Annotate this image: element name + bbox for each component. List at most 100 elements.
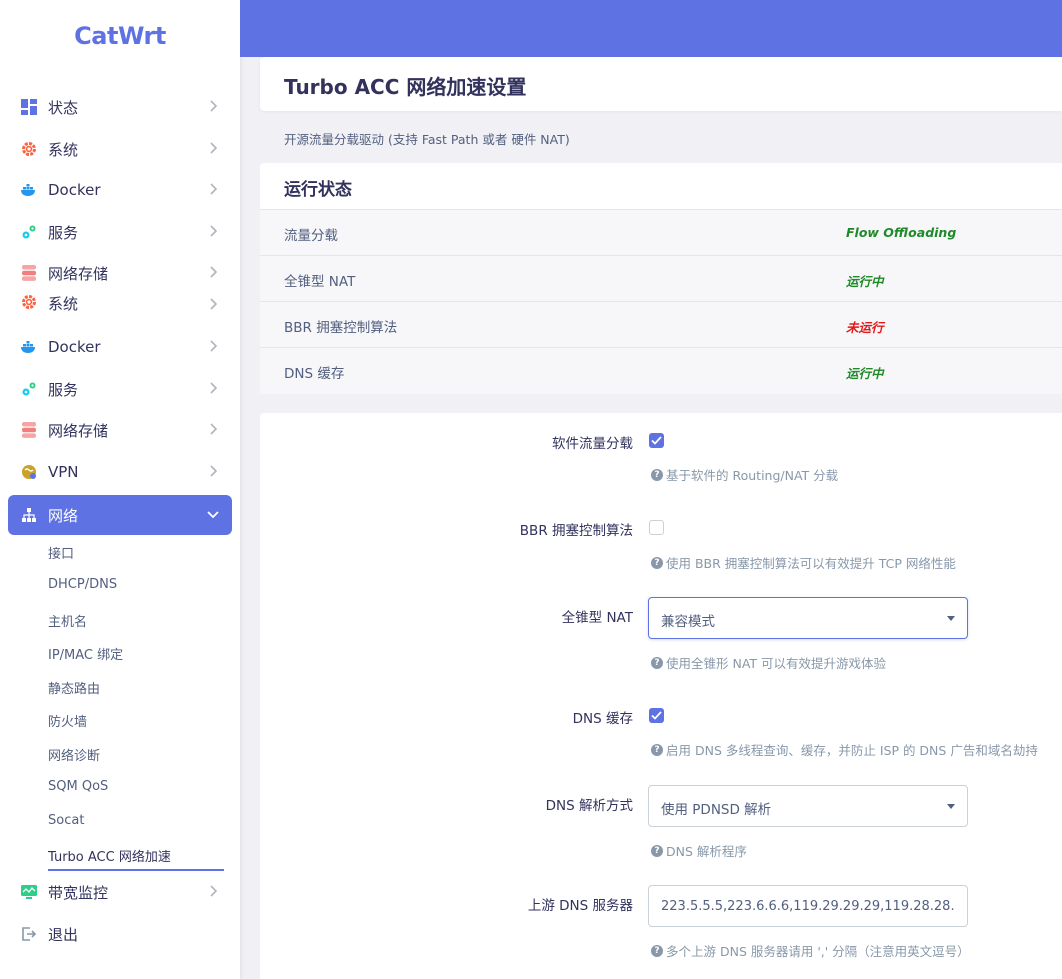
sw-offload-label: 软件流量分载: [552, 436, 633, 452]
dns-mode-label: DNS 解析方式: [545, 798, 633, 814]
bbr-checkbox[interactable]: [649, 520, 664, 535]
sidebar-item-label: 网络存储: [48, 264, 109, 283]
services-icon: [20, 223, 38, 241]
sidebar-subitem-socat[interactable]: Socat: [48, 813, 84, 828]
chevron-right-icon: [206, 884, 220, 898]
help-icon: ?: [651, 556, 663, 569]
sidebar-item-label: Docker: [48, 181, 101, 199]
sidebar-item-label: 退出: [48, 925, 79, 944]
caret-down-icon: [947, 804, 955, 809]
sidebar-subitem-turbo-acc[interactable]: Turbo ACC 网络加速: [48, 846, 171, 865]
dns-cache-label: DNS 缓存: [572, 711, 633, 727]
chevron-right-icon: [206, 182, 220, 196]
fullcone-select-value: 兼容模式: [661, 614, 715, 630]
sidebar-item-label: 网络存储: [48, 421, 109, 440]
status-row-dns-cache: DNS 缓存 运行中: [260, 347, 1062, 394]
status-card: 运行状态 流量分载 Flow Offloading 全锥型 NAT 运行中 BB…: [260, 163, 1062, 394]
bbr-label: BBR 拥塞控制算法: [519, 523, 633, 539]
status-label: 流量分载: [284, 228, 338, 244]
monitor-icon: [20, 883, 38, 901]
sidebar-item-docker[interactable]: Docker: [8, 170, 232, 210]
status-label: 全锥型 NAT: [284, 274, 356, 290]
sidebar-item-label: 系统: [48, 295, 79, 313]
status-value: 运行中: [846, 274, 884, 289]
caret-down-icon: [947, 616, 955, 621]
status-label: DNS 缓存: [284, 366, 345, 382]
sidebar-subitem-hostnames[interactable]: 主机名: [48, 611, 87, 630]
sidebar-item-label: 带宽监控: [48, 883, 109, 902]
status-heading: 运行状态: [284, 180, 352, 200]
chevron-right-icon: [206, 422, 220, 436]
sidebar-item-network[interactable]: 网络: [8, 495, 232, 535]
sw-offload-help: ? 基于软件的 Routing/NAT 分载: [651, 465, 838, 484]
sidebar-item-label: 网络: [48, 506, 79, 525]
sidebar-subitem-firewall[interactable]: 防火墙: [48, 711, 87, 730]
active-subitem-indicator: [48, 869, 224, 871]
sidebar-item-status[interactable]: 状态: [8, 87, 232, 127]
sidebar-item-system[interactable]: 系统: [8, 129, 232, 169]
services-icon: [20, 380, 38, 398]
header-bar: [240, 0, 1062, 57]
chevron-right-icon: [206, 381, 220, 395]
help-icon: ?: [651, 844, 663, 857]
sidebar-item-docker-duplicate[interactable]: Docker: [8, 327, 232, 367]
chevron-right-icon: [206, 297, 220, 311]
brand-logo[interactable]: CatWrt: [0, 22, 240, 50]
chevron-right-icon: [206, 141, 220, 155]
status-row-offload: 流量分载 Flow Offloading: [260, 209, 1062, 255]
fullcone-select[interactable]: 兼容模式: [648, 597, 968, 639]
sidebar-item-storage-duplicate[interactable]: 网络存储: [8, 410, 232, 450]
status-value: 未运行: [846, 320, 884, 335]
sidebar: CatWrt 状态 系统 Docker 服务 网络存储 系统 Docker 服务…: [0, 0, 240, 979]
sidebar-item-vpn[interactable]: VPN: [8, 452, 232, 492]
bbr-help: ? 使用 BBR 拥塞控制算法可以有效提升 TCP 网络性能: [651, 553, 956, 572]
sw-offload-checkbox[interactable]: [649, 433, 664, 448]
fullcone-help: ? 使用全锥形 NAT 可以有效提升游戏体验: [651, 653, 886, 672]
help-icon: ?: [651, 944, 663, 957]
sidebar-item-services-duplicate[interactable]: 服务: [8, 369, 232, 409]
gear-icon: [20, 140, 38, 158]
sidebar-item-label: VPN: [48, 463, 79, 481]
sidebar-item-label: 状态: [48, 98, 79, 117]
docker-icon: [20, 181, 38, 199]
sidebar-subitem-interfaces[interactable]: 接口: [48, 543, 74, 562]
help-icon: ?: [651, 656, 663, 669]
sidebar-subitem-dhcp-dns[interactable]: DHCP/DNS: [48, 577, 117, 592]
sidebar-subitem-ip-mac-binding[interactable]: IP/MAC 绑定: [48, 644, 123, 663]
upstream-dns-label: 上游 DNS 服务器: [527, 898, 633, 914]
help-icon: ?: [651, 743, 663, 756]
sidebar-item-label: Docker: [48, 338, 101, 356]
page-title-card: Turbo ACC 网络加速设置: [260, 57, 1062, 111]
status-value: 运行中: [846, 366, 884, 381]
dns-cache-help: ? 启用 DNS 多线程查询、缓存，并防止 ISP 的 DNS 广告和域名劫持: [651, 740, 1038, 759]
fullcone-label: 全锥型 NAT: [561, 610, 633, 626]
sidebar-item-services[interactable]: 服务: [8, 212, 232, 252]
dns-cache-checkbox[interactable]: [649, 708, 664, 723]
sidebar-subitem-sqm-qos[interactable]: SQM QoS: [48, 779, 108, 794]
sidebar-subitem-diagnostics[interactable]: 网络诊断: [48, 745, 100, 764]
gear-icon: [20, 293, 38, 311]
docker-icon: [20, 338, 38, 356]
status-label: BBR 拥塞控制算法: [284, 320, 398, 336]
upstream-dns-help: ? 多个上游 DNS 服务器请用 ',' 分隔（注意用英文逗号）: [651, 941, 970, 960]
sidebar-item-logout[interactable]: 退出: [8, 914, 232, 954]
settings-form: 软件流量分载 ? 基于软件的 Routing/NAT 分载 BBR 拥塞控制算法 …: [260, 413, 1062, 979]
upstream-dns-input[interactable]: [648, 885, 968, 927]
checkmark-icon: [651, 711, 662, 720]
sidebar-subitem-static-routes[interactable]: 静态路由: [48, 678, 100, 697]
status-value: Flow Offloading: [846, 225, 957, 240]
dns-mode-select-value: 使用 PDNSD 解析: [661, 802, 772, 818]
chevron-right-icon: [206, 99, 220, 113]
chevron-right-icon: [206, 224, 220, 238]
dns-mode-help: ? DNS 解析程序: [651, 841, 747, 860]
help-icon: ?: [651, 468, 663, 481]
status-row-bbr: BBR 拥塞控制算法 未运行: [260, 301, 1062, 347]
network-icon: [20, 506, 38, 524]
sidebar-item-bandwidth-monitor[interactable]: 带宽监控: [8, 872, 232, 912]
dns-mode-select[interactable]: 使用 PDNSD 解析: [648, 785, 968, 827]
sidebar-item-system-duplicate[interactable]: 系统: [8, 287, 232, 315]
chevron-down-icon: [206, 507, 220, 521]
status-row-fullcone: 全锥型 NAT 运行中: [260, 255, 1062, 301]
page-title: Turbo ACC 网络加速设置: [284, 75, 527, 99]
dashboard-icon: [20, 98, 38, 116]
